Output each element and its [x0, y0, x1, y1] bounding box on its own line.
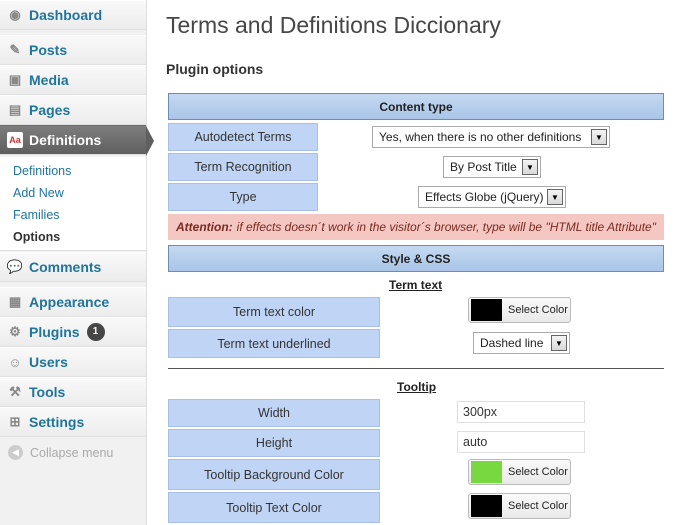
users-icon: ☺	[8, 354, 22, 370]
height-input[interactable]	[457, 431, 585, 453]
menu-tools[interactable]: ⚒ Tools	[0, 377, 146, 407]
collapse-menu[interactable]: ◀ Collapse menu	[8, 445, 113, 460]
menu-settings[interactable]: ⊞ Settings	[0, 407, 146, 437]
chevron-down-icon: ▼	[522, 159, 538, 175]
chevron-down-icon: ▼	[547, 189, 563, 205]
style-css-header: Style & CSS	[168, 245, 664, 272]
recognition-select[interactable]: By Post Title ▼	[443, 156, 541, 178]
menu-label: Users	[29, 354, 68, 370]
comment-icon: 💬	[6, 259, 24, 274]
plugins-update-badge: 1	[86, 323, 105, 341]
type-value: Effects Globe (jQuery)	[425, 190, 544, 204]
page-title: Terms and Definitions Diccionary	[166, 12, 501, 38]
active-arrow	[146, 126, 154, 156]
height-label: Height	[168, 429, 380, 457]
menu-definitions[interactable]: Aa Definitions	[0, 125, 154, 156]
menu-label: Dashboard	[29, 7, 103, 23]
menu-dashboard[interactable]: ◉ Dashboard	[0, 0, 146, 30]
menu-label: Appearance	[29, 294, 110, 310]
tooltip-text-color-swatch	[471, 495, 502, 517]
media-icon: ▣	[8, 72, 22, 87]
term-color-swatch	[471, 299, 502, 321]
width-input[interactable]	[457, 401, 585, 423]
settings-icon: ⊞	[9, 414, 21, 429]
pin-icon: ✎	[9, 42, 21, 57]
section-divider	[168, 368, 664, 369]
chevron-down-icon: ▼	[551, 335, 567, 351]
tooltip-text-color-picker-button[interactable]: Select Color	[468, 493, 571, 519]
menu-label: Plugins	[29, 324, 80, 340]
attention-text: if effects doesn´t work in the visitor´s…	[236, 220, 656, 234]
submenu-options[interactable]: Options	[0, 226, 146, 248]
underline-value: Dashed line	[480, 336, 544, 350]
menu-users[interactable]: ☺ Users	[0, 347, 146, 377]
tooltip-text-color-label: Tooltip Text Color	[168, 492, 380, 523]
tooltip-bg-color-swatch	[471, 461, 502, 483]
dashboard-icon: ◉	[9, 7, 21, 22]
tooltip-heading: Tooltip	[397, 380, 437, 394]
attention-strong: Attention:	[176, 220, 233, 234]
content-type-header: Content type	[168, 93, 664, 120]
type-select[interactable]: Effects Globe (jQuery) ▼	[418, 186, 566, 208]
menu-label: Tools	[29, 384, 66, 400]
attention-notice: Attention: if effects doesn´t work in th…	[168, 214, 664, 240]
collapse-label: Collapse menu	[30, 445, 114, 460]
submenu-add-new[interactable]: Add New	[0, 182, 146, 204]
width-label: Width	[168, 399, 380, 427]
term-color-button-label: Select Color	[508, 304, 568, 316]
menu-comments[interactable]: 💬 Comments	[0, 252, 146, 282]
menu-label: Definitions	[29, 132, 102, 148]
menu-label: Media	[29, 72, 69, 88]
tooltip-bg-color-label: Tooltip Background Color	[168, 459, 380, 490]
menu-plugins[interactable]: ⚙ Plugins 1	[0, 317, 146, 347]
underline-select[interactable]: Dashed line ▼	[473, 332, 570, 354]
collapse-arrow-icon: ◀	[8, 445, 23, 460]
autodetect-select[interactable]: Yes, when there is no other definitions …	[372, 126, 610, 148]
appearance-icon: ▦	[8, 294, 22, 309]
type-label: Type	[168, 183, 318, 211]
main-content: Terms and Definitions Diccionary Plugin …	[166, 0, 694, 525]
admin-sidebar: ◉ Dashboard ✎ Posts ▣ Media ▤ Pages Aa D…	[0, 0, 154, 525]
recognition-label: Term Recognition	[168, 153, 318, 181]
underline-label: Term text underlined	[168, 329, 380, 358]
term-color-label: Term text color	[168, 297, 380, 327]
autodetect-label: Autodetect Terms	[168, 123, 318, 151]
recognition-value: By Post Title	[450, 160, 517, 174]
menu-media[interactable]: ▣ Media	[0, 65, 146, 95]
plugins-icon: ⚙	[9, 324, 21, 339]
menu-pages[interactable]: ▤ Pages	[0, 95, 146, 125]
tooltip-bg-color-picker-button[interactable]: Select Color	[468, 459, 571, 485]
menu-appearance[interactable]: ▦ Appearance	[0, 287, 146, 317]
tooltip-bg-color-button-label: Select Color	[508, 466, 568, 478]
tools-icon: ⚒	[9, 384, 21, 399]
menu-label: Pages	[29, 102, 71, 118]
autodetect-value: Yes, when there is no other definitions	[379, 130, 582, 144]
tooltip-text-color-button-label: Select Color	[508, 500, 568, 512]
term-text-heading: Term text	[389, 278, 443, 292]
menu-posts[interactable]: ✎ Posts	[0, 35, 146, 65]
menu-label: Comments	[29, 259, 102, 275]
menu-label: Posts	[29, 42, 68, 58]
submenu-families[interactable]: Families	[0, 204, 146, 226]
definitions-icon: Aa	[7, 132, 23, 148]
menu-label: Settings	[29, 414, 85, 430]
page-subtitle: Plugin options	[166, 61, 264, 77]
chevron-down-icon: ▼	[591, 129, 607, 145]
submenu-definitions[interactable]: Definitions	[0, 160, 146, 182]
term-color-picker-button[interactable]: Select Color	[468, 297, 571, 323]
pages-icon: ▤	[8, 102, 22, 117]
definitions-submenu: Definitions Add New Families Options	[0, 157, 146, 251]
